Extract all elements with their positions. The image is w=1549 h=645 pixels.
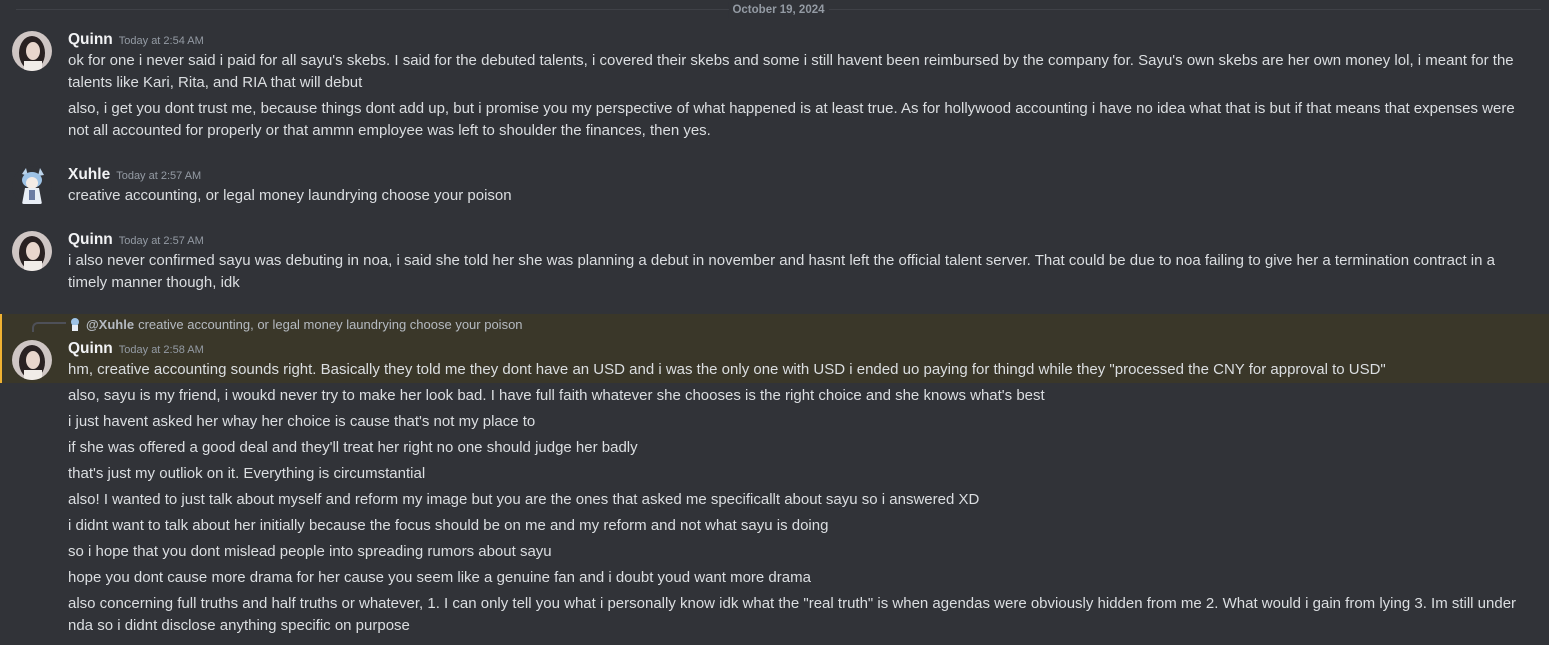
username[interactable]: Quinn [68, 231, 113, 248]
message-text: creative accounting, or legal money laun… [68, 187, 512, 204]
avatar[interactable] [12, 166, 52, 206]
username[interactable]: Xuhle [68, 166, 110, 183]
timestamp[interactable]: Today at 2:54 AM [119, 35, 204, 47]
message-header: Quinn Today at 2:58 AM [68, 338, 204, 360]
reply-connector [32, 322, 66, 332]
reply-text: creative accounting, or legal money laun… [138, 317, 523, 332]
message-text: that's just my outliok on it. Everything… [68, 465, 426, 482]
message-text: also concerning full truths and half tru… [68, 595, 1517, 634]
message-text: hope you dont cause more drama for her c… [68, 569, 811, 586]
message-header: Xuhle Today at 2:57 AM [68, 164, 201, 186]
message-text: if she was offered a good deal and they'… [68, 439, 638, 456]
message-text: so i hope that you dont mislead people i… [68, 543, 552, 560]
xuhle-mini-avatar-icon [68, 317, 82, 331]
quinn-avatar-icon [12, 340, 52, 380]
message-header: Quinn Today at 2:57 AM [68, 229, 204, 251]
avatar[interactable] [12, 340, 52, 380]
message-text: hm, creative accounting sounds right. Ba… [68, 361, 1386, 378]
avatar[interactable] [12, 231, 52, 271]
username[interactable]: Quinn [68, 340, 113, 357]
date-divider-label: October 19, 2024 [728, 2, 829, 18]
message-text: i just havent asked her whay her choice … [68, 413, 536, 430]
reply-author[interactable]: @Xuhle [86, 317, 134, 332]
xuhle-avatar-icon [12, 166, 52, 206]
date-divider: October 19, 2024 [16, 2, 1541, 18]
message-text: i also never confirmed sayu was debuting… [68, 252, 1495, 291]
message-text: ok for one i never said i paid for all s… [68, 52, 1514, 91]
quinn-avatar-icon [12, 231, 52, 271]
message-header: Quinn Today at 2:54 AM [68, 29, 204, 51]
username[interactable]: Quinn [68, 31, 113, 48]
timestamp[interactable]: Today at 2:57 AM [119, 235, 204, 247]
reply-preview[interactable]: @Xuhle creative accounting, or legal mone… [68, 316, 523, 334]
message-text: also, sayu is my friend, i woukd never t… [68, 387, 1045, 404]
message-text: also! I wanted to just talk about myself… [68, 491, 980, 508]
avatar[interactable] [12, 31, 52, 71]
timestamp[interactable]: Today at 2:57 AM [116, 170, 201, 182]
timestamp[interactable]: Today at 2:58 AM [119, 344, 204, 356]
message-text: i didnt want to talk about her initially… [68, 517, 829, 534]
chat-messages: October 19, 2024 Quinn Today at 2:54 AM o… [0, 0, 1549, 645]
message-text: also, i get you dont trust me, because t… [68, 100, 1515, 139]
quinn-avatar-icon [12, 31, 52, 71]
